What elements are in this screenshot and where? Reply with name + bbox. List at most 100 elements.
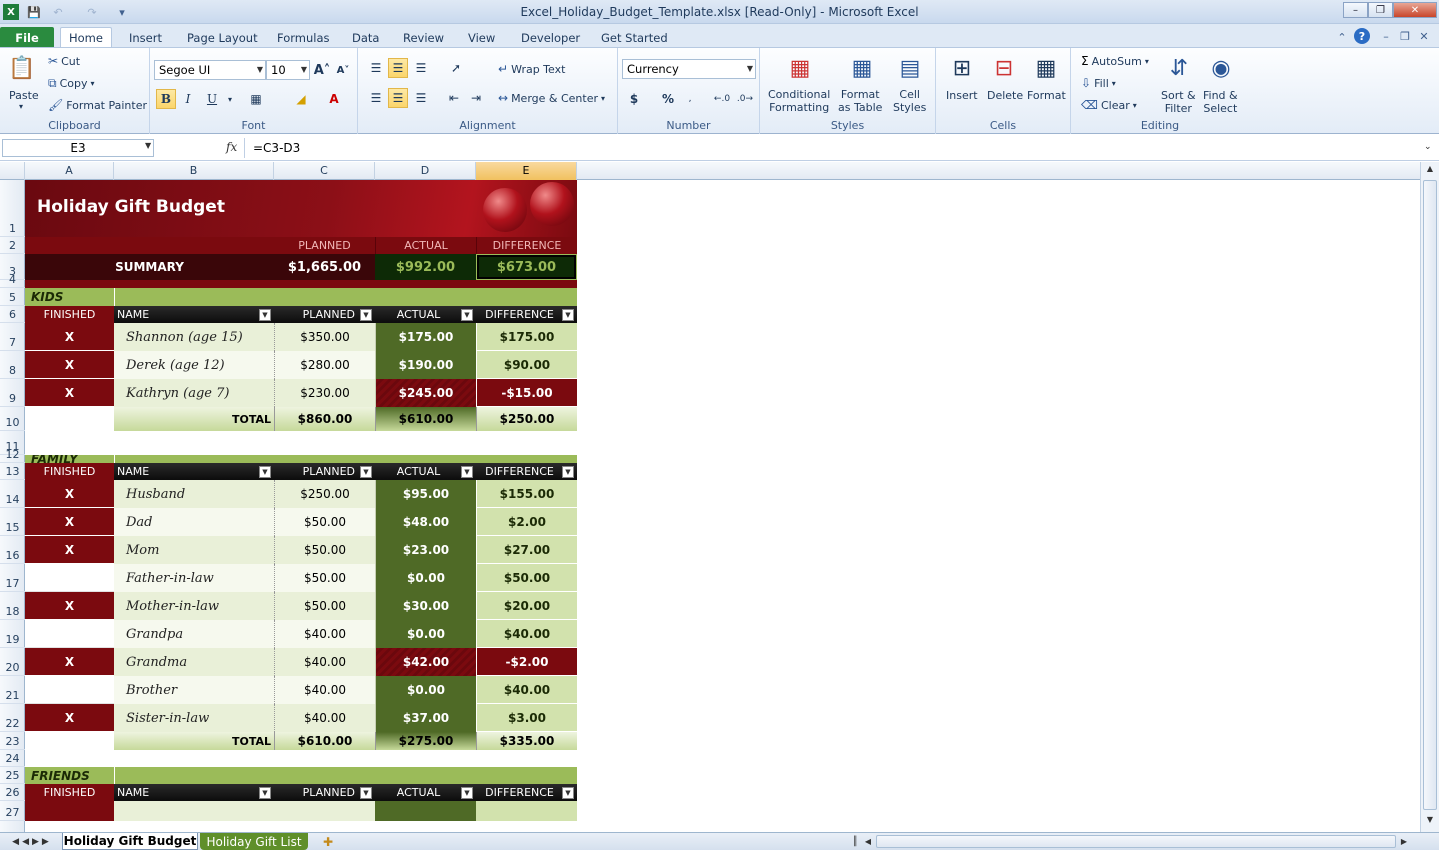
- number-format-combo[interactable]: Currency ▼: [622, 59, 756, 79]
- row-header[interactable]: 7: [0, 323, 25, 351]
- tab-formulas[interactable]: Formulas: [269, 27, 338, 48]
- finished-cell[interactable]: [25, 564, 114, 592]
- actual-header[interactable]: ACTUAL ▼: [375, 784, 476, 801]
- filter-dropdown-icon[interactable]: ▼: [562, 309, 574, 321]
- row-header[interactable]: 20: [0, 648, 25, 676]
- difference-cell[interactable]: -$15.00: [476, 379, 577, 407]
- font-size-combo[interactable]: 10 ▼: [266, 60, 310, 80]
- row-header[interactable]: 16: [0, 536, 25, 564]
- scroll-right-icon[interactable]: ▶: [1398, 833, 1410, 850]
- font-name-combo[interactable]: Segoe UI ▼: [154, 60, 266, 80]
- filter-dropdown-icon[interactable]: ▼: [259, 787, 271, 799]
- total-actual[interactable]: $275.00: [375, 732, 476, 750]
- actual-cell[interactable]: $175.00: [375, 323, 476, 351]
- increase-decimal-icon[interactable]: ←.0: [712, 89, 732, 109]
- clear-button[interactable]: ⌫ Clear ▾: [1081, 98, 1137, 112]
- filter-dropdown-icon[interactable]: ▼: [562, 787, 574, 799]
- format-cells-button[interactable]: Format: [1027, 89, 1066, 102]
- actual-cell[interactable]: $42.00: [375, 648, 476, 676]
- close-button[interactable]: ✕: [1393, 2, 1437, 18]
- shrink-font-icon[interactable]: A˅: [333, 60, 353, 80]
- difference-header[interactable]: DIFFERENCE ▼: [476, 784, 577, 801]
- actual-cell[interactable]: $245.00: [375, 379, 476, 407]
- tab-page-layout[interactable]: Page Layout: [179, 27, 266, 48]
- filter-dropdown-icon[interactable]: ▼: [461, 787, 473, 799]
- planned-header[interactable]: PLANNED ▼: [274, 463, 375, 480]
- format-painter-button[interactable]: 🖌 Format Painter: [48, 98, 147, 112]
- finished-cell[interactable]: X: [25, 508, 114, 536]
- actual-cell[interactable]: $30.00: [375, 592, 476, 620]
- scroll-up-icon[interactable]: ▲: [1423, 164, 1437, 178]
- tab-get-started[interactable]: Get Started: [593, 27, 676, 48]
- summary-actual-value[interactable]: $992.00: [375, 254, 476, 280]
- format-as-table-button[interactable]: Format as Table: [838, 88, 882, 114]
- scroll-left-icon[interactable]: ◀: [862, 833, 874, 850]
- actual-header[interactable]: ACTUAL ▼: [375, 463, 476, 480]
- sheet-navigation-arrows-icon[interactable]: ◀◀▶▶: [4, 833, 60, 850]
- help-icon[interactable]: ?: [1354, 28, 1370, 44]
- tab-insert[interactable]: Insert: [121, 27, 170, 48]
- row-header[interactable]: 4: [0, 273, 25, 288]
- fill-color-icon[interactable]: ◢: [291, 89, 311, 109]
- align-right-icon[interactable]: ☰: [411, 88, 431, 108]
- finished-cell[interactable]: X: [25, 536, 114, 564]
- filter-dropdown-icon[interactable]: ▼: [461, 309, 473, 321]
- decrease-decimal-icon[interactable]: .0→: [735, 89, 755, 109]
- name-cell[interactable]: Father-in-law: [114, 564, 274, 592]
- doc-restore-icon[interactable]: ❐: [1397, 28, 1413, 44]
- merge-center-button[interactable]: ↔ Merge & Center ▾: [498, 91, 605, 105]
- insert-worksheet-icon[interactable]: ✚: [316, 833, 340, 850]
- difference-cell[interactable]: $175.00: [476, 323, 577, 351]
- expand-formula-bar-icon[interactable]: ⌄: [1424, 142, 1432, 152]
- autosum-button[interactable]: Σ AutoSum ▾: [1081, 54, 1149, 68]
- name-header[interactable]: NAME ▼: [114, 784, 274, 801]
- finished-cell[interactable]: X: [25, 351, 114, 379]
- difference-cell[interactable]: $50.00: [476, 564, 577, 592]
- filter-dropdown-icon[interactable]: ▼: [562, 466, 574, 478]
- vertical-scroll-thumb[interactable]: [1423, 180, 1437, 810]
- planned-cell[interactable]: $40.00: [274, 704, 375, 732]
- horizontal-scroll-thumb[interactable]: [876, 835, 1396, 848]
- filter-dropdown-icon[interactable]: ▼: [360, 309, 372, 321]
- doc-minimize-icon[interactable]: –: [1378, 28, 1394, 44]
- increase-indent-icon[interactable]: ⇥: [466, 88, 486, 108]
- finished-cell[interactable]: X: [25, 379, 114, 407]
- difference-cell[interactable]: $90.00: [476, 351, 577, 379]
- total-difference[interactable]: $335.00: [476, 732, 577, 750]
- underline-dropdown-icon[interactable]: ▾: [220, 89, 240, 109]
- difference-cell[interactable]: $2.00: [476, 508, 577, 536]
- column-header-c[interactable]: C: [274, 162, 375, 180]
- row-header[interactable]: 6: [0, 306, 25, 323]
- copy-button[interactable]: ⧉ Copy ▾: [48, 76, 95, 91]
- underline-button[interactable]: U: [202, 89, 222, 109]
- delete-cells-button[interactable]: Delete: [987, 89, 1023, 102]
- grow-font-icon[interactable]: A˄: [312, 60, 332, 80]
- planned-cell[interactable]: $230.00: [274, 379, 375, 407]
- sheet-tab-holiday-gift-list[interactable]: Holiday Gift List: [200, 833, 308, 850]
- row-header[interactable]: 8: [0, 351, 25, 379]
- total-difference[interactable]: $250.00: [476, 407, 577, 431]
- sort-filter-button[interactable]: Sort & Filter: [1161, 89, 1196, 115]
- planned-cell[interactable]: $40.00: [274, 620, 375, 648]
- scroll-down-icon[interactable]: ▼: [1423, 815, 1437, 829]
- tab-developer[interactable]: Developer: [513, 27, 588, 48]
- difference-cell[interactable]: $40.00: [476, 676, 577, 704]
- column-header-e[interactable]: E: [476, 162, 577, 180]
- actual-cell[interactable]: $23.00: [375, 536, 476, 564]
- doc-close-icon[interactable]: ✕: [1416, 28, 1432, 44]
- paste-button[interactable]: Paste: [9, 89, 39, 102]
- insert-cells-button[interactable]: Insert: [946, 89, 978, 102]
- fill-button[interactable]: ⇩ Fill ▾: [1081, 76, 1116, 90]
- row-header[interactable]: 19: [0, 620, 25, 648]
- actual-cell[interactable]: $48.00: [375, 508, 476, 536]
- tab-view[interactable]: View: [460, 27, 503, 48]
- actual-cell[interactable]: $0.00: [375, 676, 476, 704]
- align-bottom-icon[interactable]: ☰: [411, 58, 431, 78]
- column-header-a[interactable]: A: [25, 162, 114, 180]
- formula-input[interactable]: =C3-D3: [244, 138, 1425, 158]
- difference-cell[interactable]: $155.00: [476, 480, 577, 508]
- row-header[interactable]: 1: [0, 180, 25, 237]
- name-cell[interactable]: Derek (age 12): [114, 351, 274, 379]
- name-header[interactable]: NAME ▼: [114, 306, 274, 323]
- name-box[interactable]: E3: [2, 139, 154, 157]
